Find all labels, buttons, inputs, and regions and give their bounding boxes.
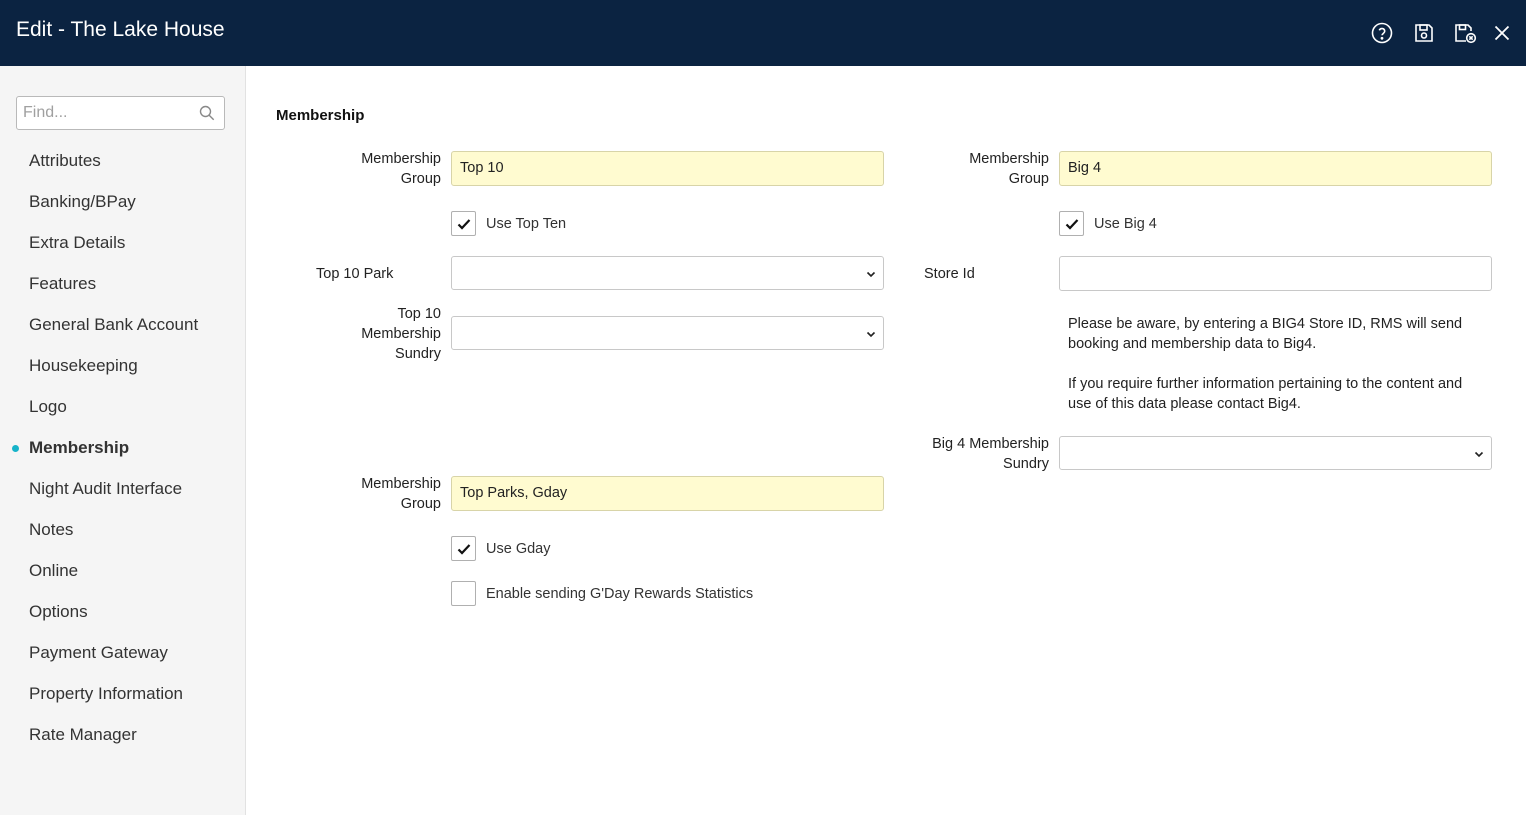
sidebar-item-label: Features	[29, 274, 97, 293]
sidebar-item-extra-details[interactable]: Extra Details	[0, 230, 245, 271]
big4-membership-group-label: Membership Group	[969, 151, 1049, 187]
sidebar-item-features[interactable]: Features	[0, 271, 245, 312]
use-top-ten-checkbox[interactable]	[451, 211, 476, 236]
window-title: Edit - The Lake House	[16, 18, 225, 41]
checkmark-icon	[457, 219, 471, 230]
top10-membership-group-label: Membership Group	[361, 151, 441, 187]
sidebar-item-label: Logo	[29, 397, 67, 416]
sidebar-item-label: Payment Gateway	[29, 643, 168, 662]
enable-gday-stats-checkbox[interactable]	[451, 581, 476, 606]
use-gday-label: Use Gday	[486, 541, 551, 557]
chevron-down-icon	[866, 331, 876, 338]
close-icon[interactable]	[1490, 21, 1514, 45]
use-gday-checkbox[interactable]	[451, 536, 476, 561]
sidebar-item-night-audit-interface[interactable]: Night Audit Interface	[0, 476, 245, 517]
find-input[interactable]	[17, 97, 197, 129]
big4-data-notice: Please be aware, by entering a BIG4 Stor…	[1068, 316, 1463, 412]
store-id-label: Store Id	[924, 266, 975, 282]
sidebar-item-options[interactable]: Options	[0, 599, 245, 640]
top10-park-select[interactable]	[451, 256, 884, 290]
active-indicator-dot	[12, 445, 19, 452]
main-content: Membership Membership Group Top 10 Use T…	[246, 66, 1526, 815]
store-id-field[interactable]	[1059, 256, 1492, 291]
sidebar-item-payment-gateway[interactable]: Payment Gateway	[0, 640, 245, 681]
section-title: Membership	[276, 107, 365, 124]
use-big4-checkbox[interactable]	[1059, 211, 1084, 236]
gday-membership-group-field[interactable]: Top Parks, Gday	[451, 476, 884, 511]
top10-membership-group-field[interactable]: Top 10	[451, 151, 884, 186]
sidebar-item-label: Options	[29, 602, 88, 621]
use-big4-label: Use Big 4	[1094, 216, 1157, 232]
search-icon[interactable]	[199, 105, 215, 121]
top10-membership-sundry-label: Top 10 Membership Sundry	[361, 306, 441, 362]
save-close-icon[interactable]	[1453, 21, 1477, 45]
checkmark-icon	[1065, 219, 1079, 230]
sidebar-item-attributes[interactable]: Attributes	[0, 148, 245, 189]
sidebar-nav: Attributes Banking/BPay Extra Details Fe…	[0, 148, 245, 763]
chevron-down-icon	[866, 271, 876, 278]
sidebar-item-label: General Bank Account	[29, 315, 199, 334]
top10-park-label: Top 10 Park	[316, 266, 394, 282]
sidebar-item-online[interactable]: Online	[0, 558, 245, 599]
sidebar-item-label: Rate Manager	[29, 725, 137, 744]
sidebar-item-label: Notes	[29, 520, 74, 539]
checkmark-icon	[457, 544, 471, 555]
sidebar-item-label: Night Audit Interface	[29, 479, 183, 498]
sidebar-item-label: Extra Details	[29, 233, 126, 252]
sidebar-item-housekeeping[interactable]: Housekeeping	[0, 353, 245, 394]
sidebar-item-membership[interactable]: Membership	[0, 435, 245, 476]
sidebar-item-logo[interactable]: Logo	[0, 394, 245, 435]
sidebar-item-property-information[interactable]: Property Information	[0, 681, 245, 722]
sidebar-item-label: Housekeeping	[29, 356, 138, 375]
top10-membership-sundry-select[interactable]	[451, 316, 884, 350]
chevron-down-icon	[1474, 451, 1484, 458]
big4-membership-sundry-select[interactable]	[1059, 436, 1492, 470]
sidebar-item-label: Membership	[29, 438, 130, 457]
big4-membership-group-field[interactable]: Big 4	[1059, 151, 1492, 186]
sidebar-item-label: Banking/BPay	[29, 192, 136, 211]
sidebar-item-label: Online	[29, 561, 79, 580]
sidebar-item-general-bank-account[interactable]: General Bank Account	[0, 312, 245, 353]
title-bar: Edit - The Lake House	[0, 0, 1526, 66]
enable-gday-stats-label: Enable sending G'Day Rewards Statistics	[486, 586, 754, 602]
sidebar-item-notes[interactable]: Notes	[0, 517, 245, 558]
sidebar-item-label: Property Information	[29, 684, 184, 703]
sidebar-item-rate-manager[interactable]: Rate Manager	[0, 722, 245, 763]
gday-membership-group-label: Membership Group	[361, 476, 441, 512]
use-top-ten-label: Use Top Ten	[486, 216, 567, 232]
help-icon[interactable]	[1370, 21, 1394, 45]
sidebar: Attributes Banking/BPay Extra Details Fe…	[0, 66, 246, 815]
save-icon[interactable]	[1412, 21, 1436, 45]
sidebar-item-banking-bpay[interactable]: Banking/BPay	[0, 189, 245, 230]
big4-membership-sundry-label: Big 4 Membership Sundry	[932, 436, 1049, 472]
find-box	[16, 96, 225, 130]
sidebar-item-label: Attributes	[29, 151, 101, 170]
